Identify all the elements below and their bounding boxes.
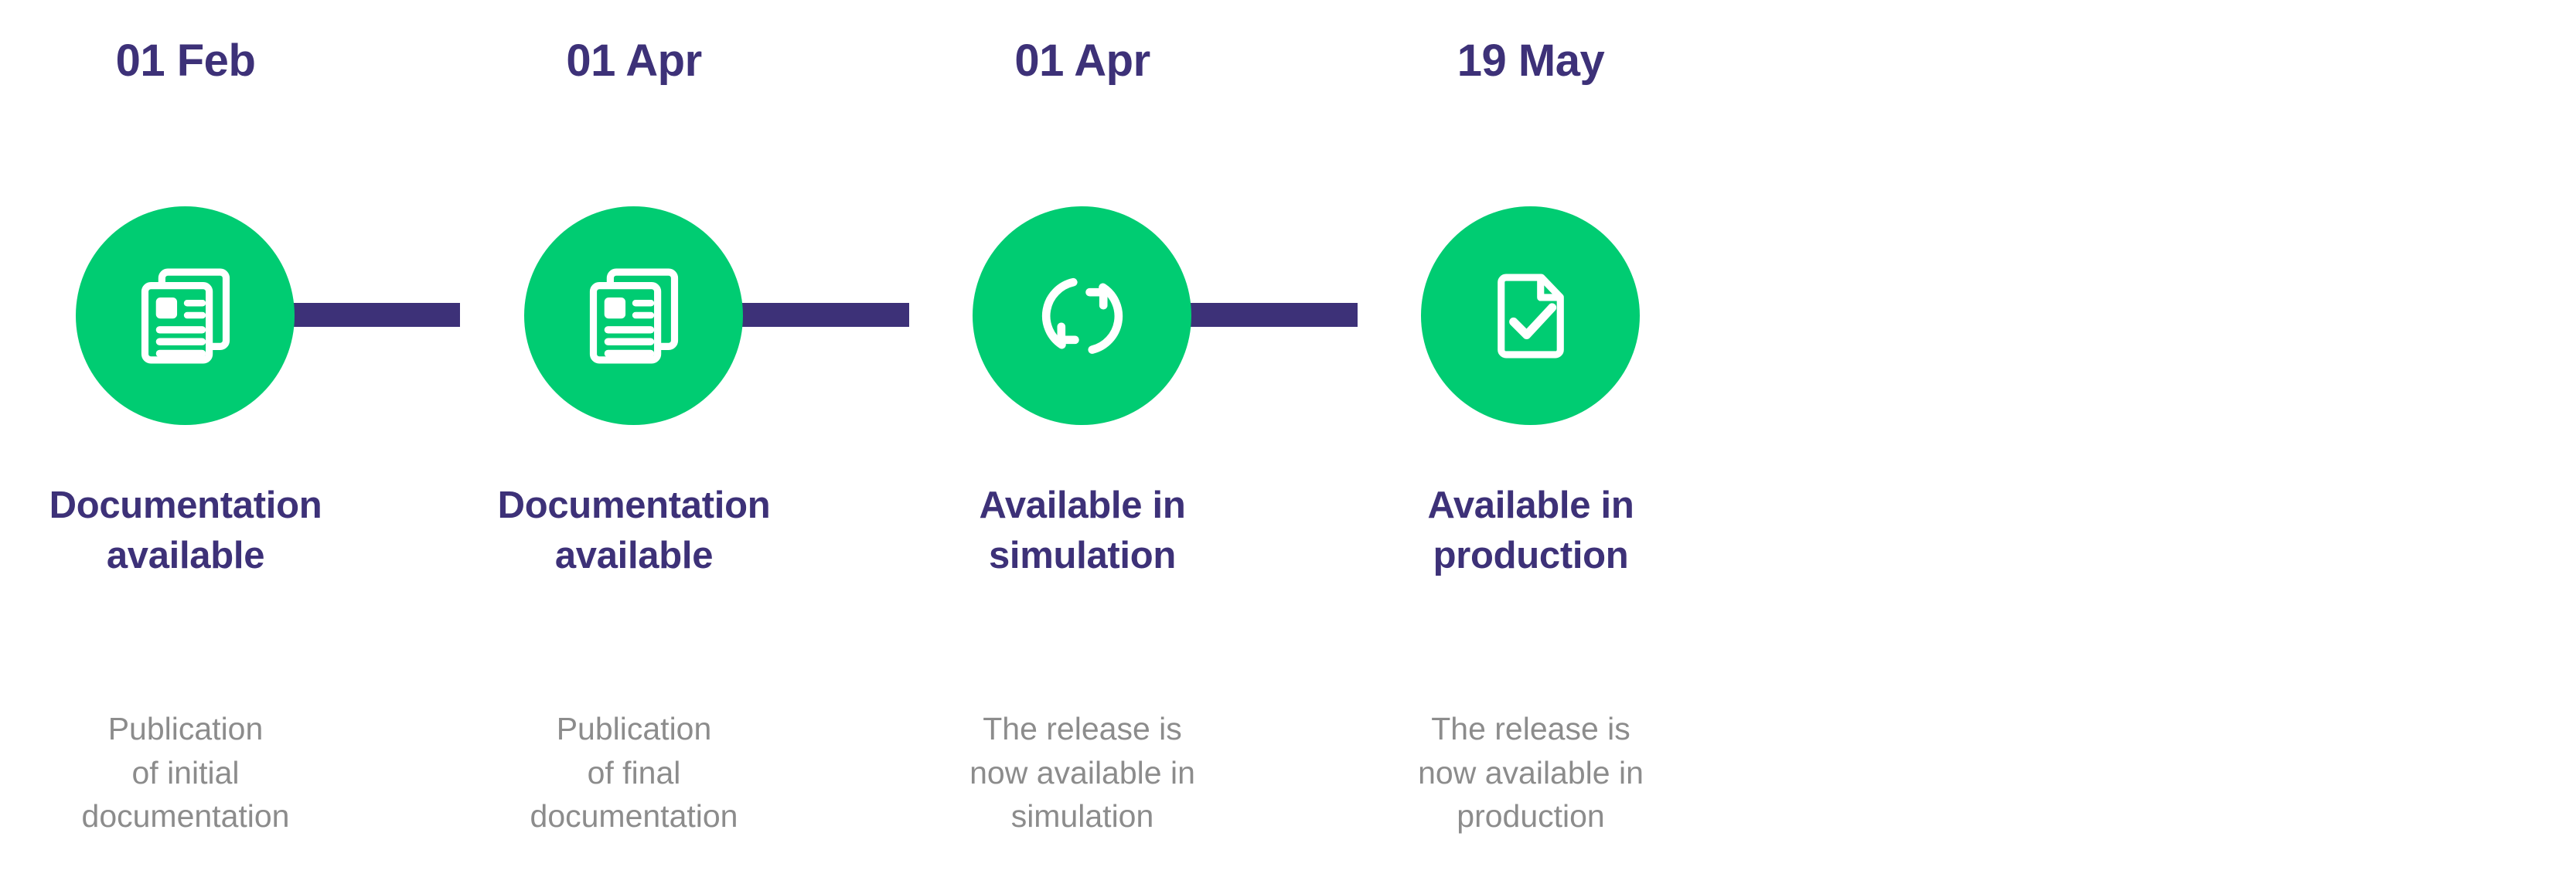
- milestone-title-line: Documentation: [49, 484, 322, 526]
- milestone-date: 01 Feb: [115, 36, 256, 86]
- milestone-icon-badge[interactable]: [1421, 206, 1640, 425]
- milestone-item[interactable]: 01 Apr Documentation available Publicati…: [460, 0, 808, 884]
- milestone-icon-badge[interactable]: [524, 206, 743, 425]
- milestone-date: 19 May: [1457, 36, 1605, 86]
- milestone-date: 01 Apr: [1014, 36, 1150, 86]
- milestone-date: 01 Apr: [566, 36, 702, 86]
- milestone-item[interactable]: 01 Feb Documentation available Publicati…: [12, 0, 359, 884]
- milestone-description: The release is now available in simulati…: [893, 707, 1272, 838]
- milestone-title-line: simulation: [988, 535, 1177, 577]
- documents-stack-icon: [580, 262, 688, 370]
- milestone-description: Publication of initial documentation: [0, 707, 375, 838]
- milestone-title: Available in production: [1341, 481, 1720, 581]
- milestone-title-line: available: [554, 535, 714, 577]
- milestone-title-line: Available in: [1427, 484, 1634, 526]
- release-timeline: 01 Feb Documentation available Publicati…: [0, 0, 2576, 884]
- sync-refresh-icon: [1030, 264, 1135, 369]
- milestone-description-line: Publication: [107, 711, 264, 746]
- milestone-description-line: of initial: [131, 754, 240, 790]
- milestone-description-line: The release is: [983, 711, 1182, 746]
- milestone-title-line: Available in: [979, 484, 1186, 526]
- milestone-description-line: now available in: [969, 754, 1195, 790]
- milestone-description-line: of final: [587, 754, 681, 790]
- milestone-icon-badge[interactable]: [973, 206, 1191, 425]
- milestone-description: Publication of final documentation: [445, 707, 823, 838]
- milestone-description-line: documentation: [530, 798, 738, 835]
- milestone-description-line: Publication: [556, 711, 712, 746]
- milestone-description: The release is now available in producti…: [1341, 707, 1720, 838]
- milestone-list: 01 Feb Documentation available Publicati…: [0, 0, 2576, 884]
- milestone-description-line: documentation: [81, 798, 290, 835]
- milestone-title: Documentation available: [0, 481, 375, 581]
- milestone-title-line: production: [1433, 535, 1629, 577]
- milestone-title-line: Documentation: [497, 484, 771, 526]
- milestone-description-line: production: [1457, 798, 1605, 835]
- milestone-item[interactable]: 01 Apr Available in simulation The relea…: [908, 0, 1256, 884]
- milestone-title: Available in simulation: [893, 481, 1272, 581]
- document-check-icon: [1478, 264, 1583, 369]
- milestone-description-line: now available in: [1418, 754, 1644, 790]
- milestone-item[interactable]: 19 May Available in production The relea…: [1357, 0, 1705, 884]
- milestone-icon-badge[interactable]: [76, 206, 295, 425]
- milestone-title-line: available: [106, 535, 265, 577]
- milestone-title: Documentation available: [445, 481, 823, 581]
- milestone-description-line: The release is: [1431, 711, 1630, 746]
- milestone-description-line: simulation: [1010, 798, 1154, 835]
- documents-stack-icon: [131, 262, 240, 370]
